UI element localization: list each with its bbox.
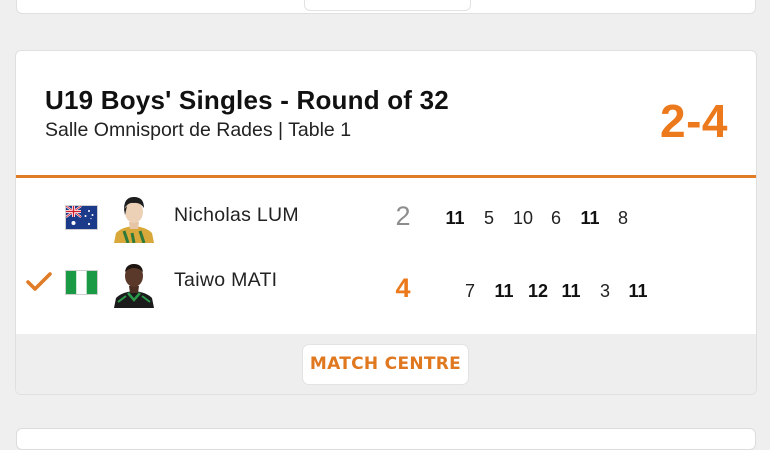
previous-match-card: [16, 0, 756, 14]
player-avatar: [110, 256, 158, 308]
player-row-1: Nicholas LUM 2 11 5 10 6 11 8: [16, 188, 756, 248]
player-row-2: Taiwo MATI 4 7 11 12 11 3 11: [16, 253, 756, 313]
match-title: U19 Boys' Singles - Round of 32: [45, 85, 449, 115]
australia-flag-icon: [65, 205, 98, 230]
set-score: 6: [550, 208, 561, 228]
player-avatar: [110, 191, 158, 243]
next-match-card[interactable]: [16, 428, 756, 450]
set-score: 11: [561, 281, 581, 301]
match-card: U19 Boys' Singles - Round of 32 Salle Om…: [15, 50, 757, 395]
header-divider: [16, 175, 756, 178]
match-venue: Salle Omnisport de Rades | Table 1: [45, 119, 352, 141]
previous-match-centre-button[interactable]: [304, 0, 471, 11]
match-centre-button[interactable]: MATCH CENTRE: [302, 344, 469, 385]
set-score: 11: [628, 281, 648, 301]
player-games-won: 4: [395, 273, 411, 303]
set-score: 10: [512, 208, 534, 228]
set-score: 11: [494, 281, 514, 301]
set-score: 11: [445, 208, 465, 228]
match-header: U19 Boys' Singles - Round of 32 Salle Om…: [16, 51, 756, 176]
checkmark-icon: [25, 271, 53, 293]
nigeria-flag-icon: [65, 270, 98, 295]
match-score: 2-4: [660, 95, 728, 147]
player-games-won: 2: [395, 201, 411, 231]
set-score: 5: [483, 208, 494, 228]
player-name[interactable]: Taiwo MATI: [174, 269, 277, 292]
set-score: 3: [599, 281, 610, 301]
set-score: 7: [464, 281, 475, 301]
match-card-footer: MATCH CENTRE: [16, 334, 756, 394]
set-score: 12: [527, 281, 549, 301]
set-score: 8: [617, 208, 628, 228]
set-score: 11: [580, 208, 600, 228]
player-name[interactable]: Nicholas LUM: [174, 204, 299, 227]
